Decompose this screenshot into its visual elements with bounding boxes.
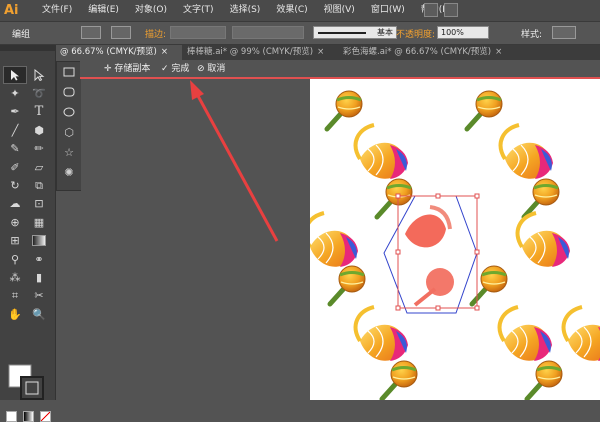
selected-group — [405, 205, 454, 307]
selection-mode-label: 编组 — [12, 30, 31, 40]
tab-document-1[interactable]: @ 66.67% (CMYK/预览) × — [56, 45, 182, 60]
brush-definition-dropdown[interactable]: 基本 — [313, 26, 397, 39]
isolation-mode-bar: ✛ 存储副本 ✓ 完成 ⊘ 取消 — [80, 61, 600, 77]
plus-icon: ✛ — [104, 64, 115, 74]
bridge-icon[interactable] — [424, 3, 438, 17]
magic-wand-icon[interactable]: ✦ — [3, 84, 27, 102]
control-bar: 编组 描边: 基本 不透明度: 100% 样式: — [0, 22, 600, 45]
type-icon[interactable]: T — [27, 103, 51, 121]
menu-object[interactable]: 对象(O) — [127, 0, 175, 21]
tab-document-3[interactable]: 彩色海螺.ai* @ 66.67% (CMYK/预览) × — [339, 45, 523, 60]
direct-selection-icon[interactable] — [27, 66, 51, 84]
stroke-weight-field[interactable] — [170, 26, 226, 39]
pattern-artwork — [310, 79, 600, 400]
stroke-swatch[interactable] — [111, 26, 131, 39]
eraser-icon[interactable]: ▱ — [27, 158, 51, 176]
shape-tools-flyout: ⬡ ☆ ✺ — [56, 61, 82, 191]
tab-label: 棒棒糖.ai* @ 99% (CMYK/预览) — [187, 47, 314, 57]
none-mode-icon[interactable] — [40, 411, 51, 422]
shape-builder-icon[interactable]: ⊕ — [3, 213, 27, 231]
document-tabs: @ 66.67% (CMYK/预览) × 棒棒糖.ai* @ 99% (CMYK/… — [56, 45, 600, 60]
tools-panel: ✦ ➰ ✒ T ╱ ⬢ ✎ ✏ ✐ ▱ ↻ ⧉ ☁ ⊡ ⊕ ▦ ⊞ ⚲ ⚭ ⁂ … — [0, 45, 56, 422]
color-mode-row — [6, 411, 51, 422]
artboard[interactable] — [310, 79, 600, 400]
line-icon[interactable]: ╱ — [3, 121, 27, 139]
gradient-mode-icon[interactable] — [23, 411, 34, 422]
tab-label: 彩色海螺.ai* @ 66.67% (CMYK/预览) — [343, 47, 492, 57]
scale-icon[interactable]: ⧉ — [27, 176, 51, 194]
warp-icon[interactable]: ☁ — [3, 195, 27, 213]
menu-items: 文件(F) 编辑(E) 对象(O) 文字(T) 选择(S) 效果(C) 视图(V… — [34, 0, 461, 21]
flare-icon[interactable]: ✺ — [57, 162, 81, 182]
artboard-icon[interactable]: ⌗ — [3, 287, 27, 305]
graph-icon[interactable]: ▮ — [27, 268, 51, 286]
selection-icon[interactable] — [3, 66, 27, 85]
close-icon[interactable]: × — [317, 47, 324, 57]
tools-panel-header[interactable] — [0, 45, 55, 51]
polygon-icon[interactable]: ⬡ — [57, 122, 81, 142]
tab-document-2[interactable]: 棒棒糖.ai* @ 99% (CMYK/预览) × — [183, 45, 339, 60]
cancel-button[interactable]: ⊘ 取消 — [197, 62, 225, 76]
menu-bar: Ai 文件(F) 编辑(E) 对象(O) 文字(T) 选择(S) 效果(C) 视… — [0, 0, 600, 22]
pen-icon[interactable]: ✒ — [3, 103, 27, 121]
zoom-icon[interactable]: 🔍 — [27, 305, 51, 323]
paintbrush-icon[interactable]: ✎ — [3, 140, 27, 158]
menu-type[interactable]: 文字(T) — [175, 0, 222, 21]
color-mode-icon[interactable] — [6, 411, 17, 422]
menu-file[interactable]: 文件(F) — [34, 0, 80, 21]
fill-swatch[interactable] — [81, 26, 101, 39]
variable-width-profile[interactable] — [232, 26, 304, 39]
close-icon[interactable]: × — [495, 47, 502, 57]
close-icon[interactable]: × — [161, 47, 168, 57]
blend-icon[interactable]: ⚭ — [27, 250, 51, 268]
gradient-icon[interactable] — [27, 232, 51, 250]
done-label: 完成 — [171, 64, 190, 74]
lasso-icon[interactable]: ➰ — [27, 84, 51, 102]
blob-brush-icon[interactable]: ✐ — [3, 158, 27, 176]
style-label: 样式: — [521, 30, 543, 40]
menu-window[interactable]: 窗口(W) — [363, 0, 413, 21]
mesh-icon[interactable]: ⊞ — [3, 232, 27, 250]
cancel-icon: ⊘ — [197, 64, 208, 74]
menu-view[interactable]: 视图(V) — [316, 0, 363, 21]
stroke-line-preview — [318, 32, 366, 34]
shape-icon[interactable]: ⬢ — [27, 121, 51, 139]
rectangle-icon[interactable] — [57, 62, 81, 82]
slice-icon[interactable]: ✂ — [27, 287, 51, 305]
menu-select[interactable]: 选择(S) — [222, 0, 269, 21]
symbol-sprayer-icon[interactable]: ⁂ — [3, 268, 27, 286]
cancel-label: 取消 — [207, 64, 226, 74]
graphic-style-swatch[interactable] — [552, 26, 576, 39]
brush-style-label: 基本 — [377, 28, 393, 37]
rounded-rectangle-icon[interactable] — [57, 82, 81, 102]
stroke-label[interactable]: 描边: — [145, 27, 166, 40]
free-transform-icon[interactable]: ⊡ — [27, 195, 51, 213]
tools-grid: ✦ ➰ ✒ T ╱ ⬢ ✎ ✏ ✐ ▱ ↻ ⧉ ☁ ⊡ ⊕ ▦ ⊞ ⚲ ⚭ ⁂ … — [3, 66, 53, 323]
hand-icon[interactable]: ✋ — [3, 305, 27, 323]
fill-stroke-box[interactable] — [7, 363, 47, 403]
ellipse-icon[interactable] — [57, 102, 81, 122]
menu-effect[interactable]: 效果(C) — [268, 0, 315, 21]
menu-edit[interactable]: 编辑(E) — [80, 0, 127, 21]
perspective-icon[interactable]: ▦ — [27, 213, 51, 231]
menu-right-icons — [424, 3, 458, 17]
tab-label: @ 66.67% (CMYK/预览) — [60, 47, 157, 57]
save-copy-label: 存储副本 — [114, 64, 151, 74]
opacity-label[interactable]: 不透明度: — [396, 27, 435, 40]
isolation-indicator-line — [80, 77, 600, 79]
save-copy-button[interactable]: ✛ 存储副本 — [104, 62, 150, 76]
done-button[interactable]: ✓ 完成 — [161, 62, 189, 76]
pencil-icon[interactable]: ✏ — [27, 140, 51, 158]
rotate-icon[interactable]: ↻ — [3, 176, 27, 194]
star-icon[interactable]: ☆ — [57, 142, 81, 162]
app-logo: Ai — [4, 3, 19, 18]
canvas-pasteboard[interactable] — [81, 79, 310, 400]
eyedropper-icon[interactable]: ⚲ — [3, 250, 27, 268]
arrange-documents-icon[interactable] — [444, 3, 458, 17]
checkmark-icon: ✓ — [161, 64, 172, 74]
opacity-field[interactable]: 100% — [437, 26, 489, 39]
